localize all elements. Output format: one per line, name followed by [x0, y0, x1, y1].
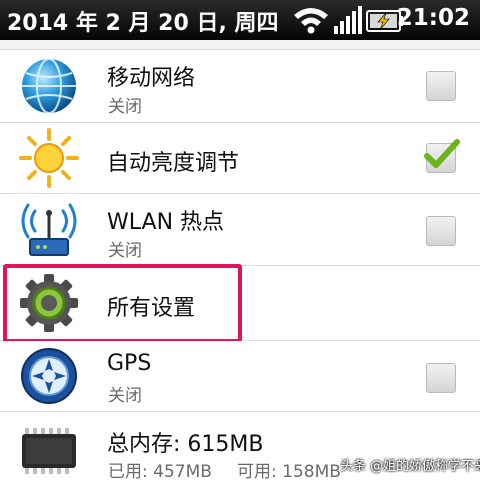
setting-subtitle: 关闭	[108, 386, 142, 406]
gps-compass-icon	[21, 348, 77, 404]
setting-title: GPS	[107, 351, 152, 376]
memory-chip-icon	[22, 428, 76, 474]
wifi-icon	[294, 8, 328, 34]
sun-brightness-icon	[19, 128, 79, 188]
memory-available: 可用: 158MB	[237, 462, 341, 482]
status-time: 21:02	[396, 5, 470, 31]
gps-checkbox[interactable]	[426, 363, 456, 393]
status-date: 2014 年 2 月 20 日, 周四	[7, 11, 279, 36]
status-bar: 2014 年 2 月 20 日, 周四 21:02	[0, 0, 480, 40]
checkmark-icon	[424, 139, 460, 168]
wlan-hotspot-checkbox[interactable]	[426, 216, 456, 246]
setting-subtitle: 关闭	[108, 241, 142, 261]
setting-title: 自动亮度调节	[107, 151, 240, 176]
list-top-edge	[0, 40, 480, 50]
status-icons	[294, 4, 404, 40]
highlight-box	[3, 264, 242, 343]
setting-row-auto-brightness[interactable]: 自动亮度调节	[0, 123, 480, 194]
auto-brightness-checkbox[interactable]	[424, 139, 460, 173]
setting-title: WLAN 热点	[107, 210, 225, 235]
wlan-hotspot-icon	[21, 203, 77, 256]
memory-info-row: 总内存: 615MB 已用: 457MB 可用: 158MB	[0, 412, 480, 492]
signal-icon	[334, 6, 362, 34]
watermark: 头条 @姐的娇傲称学不来	[340, 459, 480, 474]
memory-total: 总内存: 615MB	[107, 432, 264, 457]
memory-used: 已用: 457MB	[108, 462, 212, 482]
setting-subtitle: 关闭	[108, 97, 142, 117]
mobile-network-checkbox[interactable]	[426, 71, 456, 101]
setting-row-gps[interactable]: GPS 关闭	[0, 341, 480, 412]
setting-row-wlan-hotspot[interactable]: WLAN 热点 关闭	[0, 194, 480, 266]
globe-network-icon	[22, 58, 76, 114]
setting-title: 移动网络	[107, 66, 196, 91]
setting-row-mobile-network[interactable]: 移动网络 关闭	[0, 50, 480, 123]
